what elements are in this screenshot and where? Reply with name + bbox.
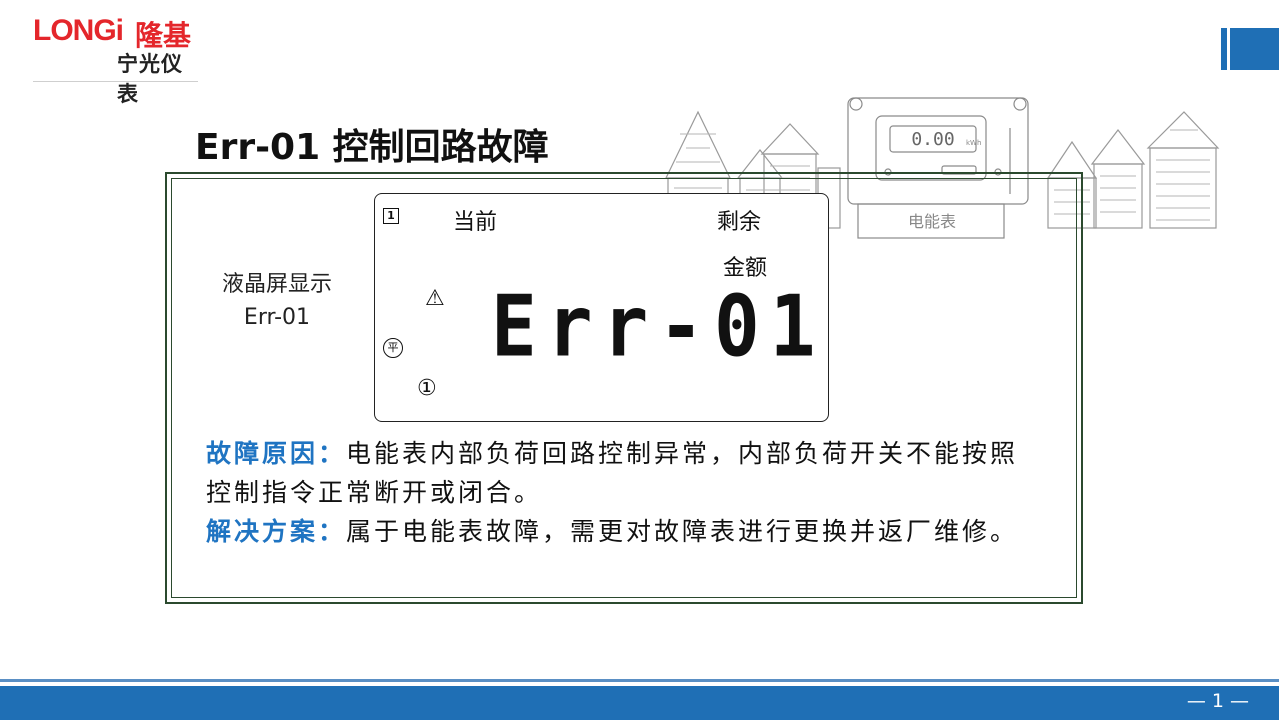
fault-solution-text: 属于电能表故障，需更对故障表进行更换并返厂维修。 xyxy=(346,517,1019,546)
fault-solution-label: 解决方案： xyxy=(206,517,347,546)
flat-rate-icon: 平 xyxy=(383,338,403,358)
fault-description: 故障原因：电能表内部负荷回路控制异常，内部负荷开关不能按照控制指令正常断开或闭合… xyxy=(206,434,1046,551)
warning-icon: ⚠ xyxy=(425,286,445,311)
page-number: — 1 — xyxy=(1186,690,1249,712)
logo-brand: LONGi xyxy=(33,14,124,47)
logo-subtitle: 宁光仪表 xyxy=(117,52,183,106)
lcd-indicator-1: 1 xyxy=(383,208,399,224)
meter-illustration-unit: kWh xyxy=(966,139,981,147)
meter-illustration-reading: 0.00 xyxy=(911,129,954,150)
footer-accent-line xyxy=(0,679,1279,682)
company-logo: LONGi 隆基 宁光仪表 xyxy=(33,14,203,106)
lcd-caption-title: 液晶屏显示 xyxy=(221,272,332,297)
lcd-remaining-label: 剩余 xyxy=(717,210,762,235)
fault-cause: 故障原因：电能表内部负荷回路控制异常，内部负荷开关不能按照控制指令正常断开或闭合… xyxy=(206,434,1046,512)
lcd-caption-code: Err-01 xyxy=(243,305,311,330)
lcd-display: 1 当前 剩余 金额 ⚠ 平 ① Err-01 xyxy=(374,193,829,422)
footer-bar xyxy=(0,686,1279,720)
logo-divider xyxy=(33,81,198,82)
fault-cause-label: 故障原因： xyxy=(206,439,347,468)
circle-one-icon: ① xyxy=(417,376,437,401)
lcd-current-label: 当前 xyxy=(453,210,498,235)
lcd-caption: 液晶屏显示 Err-01 xyxy=(212,268,342,334)
corner-accent-block xyxy=(1230,28,1279,70)
fault-solution: 解决方案：属于电能表故障，需更对故障表进行更换并返厂维修。 xyxy=(206,512,1046,551)
corner-accent-bar xyxy=(1221,28,1227,70)
lcd-error-code: Err-01 xyxy=(491,276,826,376)
slide-title: Err-01 控制回路故障 xyxy=(195,127,549,168)
